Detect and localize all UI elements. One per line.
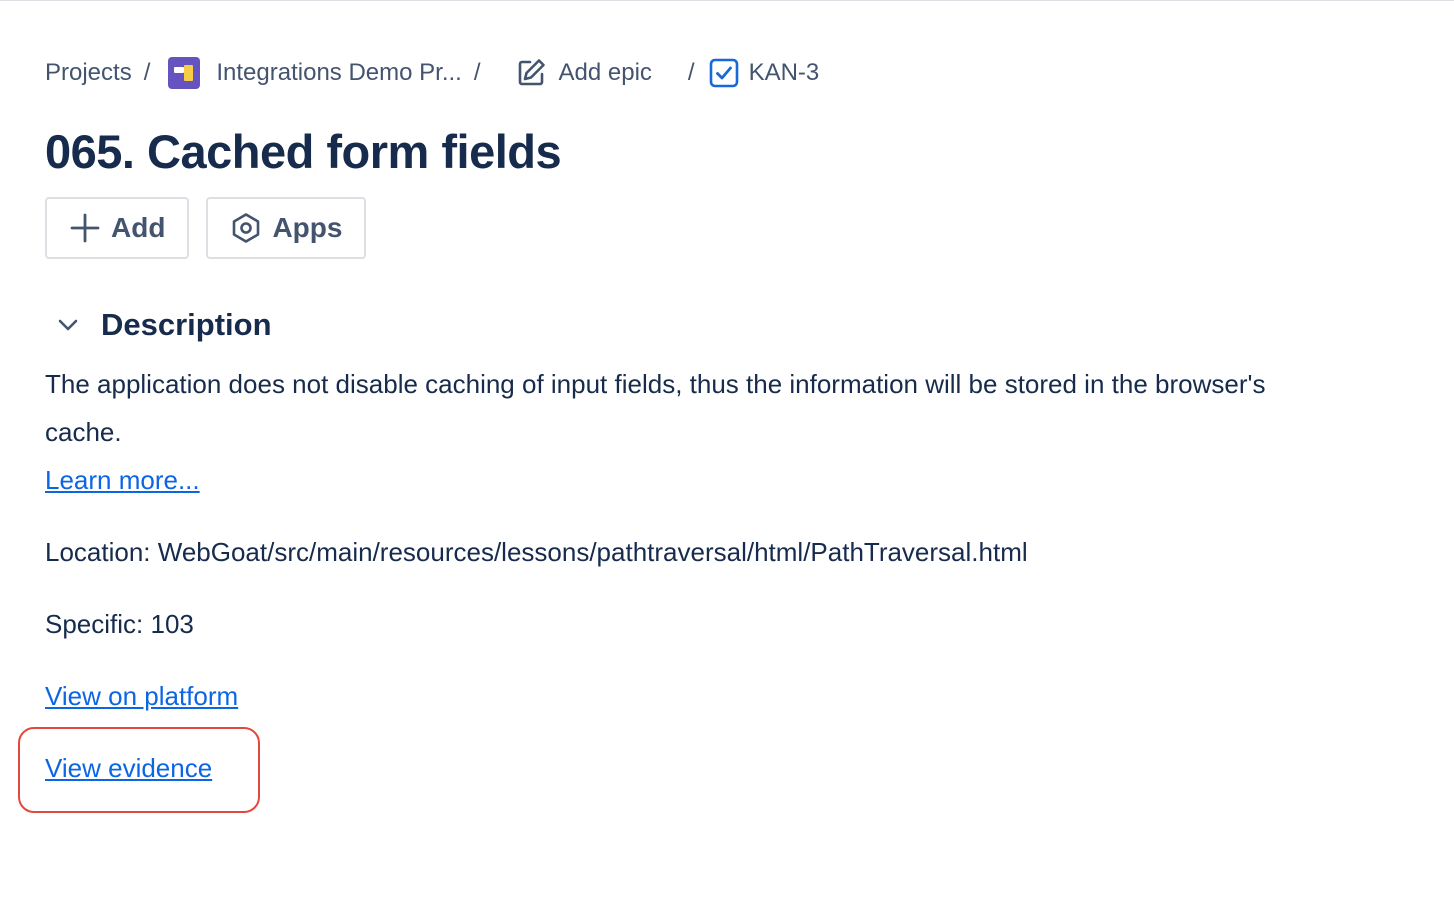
breadcrumb-project[interactable]: Integrations Demo Pr... bbox=[162, 57, 462, 89]
breadcrumb-separator: / bbox=[473, 59, 481, 86]
specific-text: Specific: 103 bbox=[45, 609, 194, 639]
chevron-down-icon[interactable] bbox=[53, 310, 83, 340]
apps-button-label: Apps bbox=[272, 212, 343, 243]
breadcrumb-project-label: Integrations Demo Pr... bbox=[216, 59, 462, 86]
description-heading: Description bbox=[101, 307, 272, 342]
breadcrumb-projects[interactable]: Projects bbox=[45, 59, 132, 87]
add-button-label: Add bbox=[111, 212, 166, 243]
breadcrumb-issue-key-label: KAN-3 bbox=[748, 59, 820, 86]
edit-icon bbox=[518, 59, 545, 86]
add-button[interactable]: Add bbox=[45, 197, 190, 259]
top-divider bbox=[0, 0, 1454, 1]
breadcrumb-separator: / bbox=[687, 59, 695, 86]
description-header[interactable]: Description bbox=[53, 302, 272, 348]
view-on-platform-link[interactable]: View on platform bbox=[45, 681, 238, 711]
breadcrumb-add-epic[interactable]: Add epic bbox=[493, 57, 652, 89]
learn-more-link[interactable]: Learn more... bbox=[45, 465, 200, 495]
apps-button[interactable]: Apps bbox=[206, 197, 367, 259]
description-body[interactable]: The application does not disable caching… bbox=[45, 360, 1425, 792]
project-avatar-icon bbox=[168, 57, 201, 89]
issue-title[interactable]: 065. Cached form fields bbox=[45, 122, 562, 182]
breadcrumb-issue-key[interactable]: KAN-3 bbox=[709, 58, 820, 88]
breadcrumb-add-epic-label: Add epic bbox=[558, 59, 652, 86]
location-text: Location: WebGoat/src/main/resources/les… bbox=[45, 537, 1028, 567]
issue-actions: Add Apps bbox=[45, 197, 367, 259]
breadcrumb-projects-label: Projects bbox=[45, 59, 132, 86]
view-evidence-link[interactable]: View evidence bbox=[45, 753, 212, 783]
breadcrumb-separator: / bbox=[143, 59, 151, 86]
hexagon-icon bbox=[233, 213, 260, 243]
checkbox-icon bbox=[709, 58, 738, 88]
plus-icon bbox=[70, 213, 100, 243]
description-text: The application does not disable caching… bbox=[45, 369, 1266, 447]
breadcrumb: Projects / Integrations Demo Pr... / Add… bbox=[45, 54, 819, 92]
